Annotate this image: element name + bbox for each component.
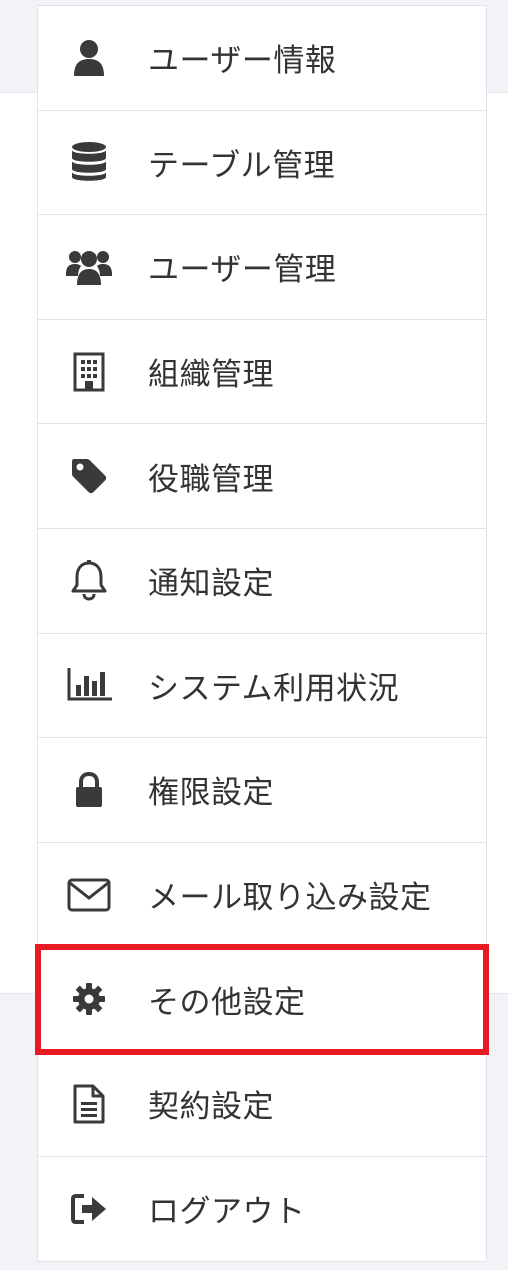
menu-item-position-management[interactable]: 役職管理 <box>38 424 486 529</box>
menu-item-label: ログアウト <box>148 1194 306 1231</box>
menu-item-label: システム利用状況 <box>148 670 400 707</box>
menu-item-label: 権限設定 <box>148 775 274 812</box>
menu-item-mail-import-settings[interactable]: メール取り込み設定 <box>38 843 486 948</box>
menu-item-label: 役職管理 <box>148 461 274 498</box>
dropdown-menu: ユーザー情報 テーブル管理 ユーザー管理 組織管理 役職管理 通知設定 システム… <box>35 5 489 1263</box>
menu-item-logout[interactable]: ログアウト <box>38 1157 486 1262</box>
page: ユーザー情報 テーブル管理 ユーザー管理 組織管理 役職管理 通知設定 システム… <box>0 0 508 1270</box>
menu-item-label: 契約設定 <box>148 1089 274 1126</box>
document-icon <box>64 1079 114 1129</box>
envelope-icon <box>64 870 114 920</box>
menu-item-label: その他設定 <box>148 984 306 1021</box>
bell-icon <box>64 556 114 606</box>
menu-item-label: 組織管理 <box>148 357 274 394</box>
menu-item-label: ユーザー管理 <box>148 252 337 289</box>
sign-out-icon <box>64 1184 114 1234</box>
menu-item-label: ユーザー情報 <box>148 43 337 80</box>
menu-item-table-management[interactable]: テーブル管理 <box>38 111 486 216</box>
menu-item-label: テーブル管理 <box>148 147 336 184</box>
menu-item-organization-management[interactable]: 組織管理 <box>38 320 486 425</box>
menu-item-label: 通知設定 <box>148 566 274 603</box>
lock-icon <box>64 765 114 815</box>
menu-item-contract-settings[interactable]: 契約設定 <box>38 1052 486 1157</box>
building-icon <box>64 347 114 397</box>
menu-item-system-usage[interactable]: システム利用状況 <box>38 634 486 739</box>
bar-chart-icon <box>64 660 114 710</box>
tag-icon <box>64 451 114 501</box>
menu-item-notification-settings[interactable]: 通知設定 <box>38 529 486 634</box>
gear-icon <box>64 974 114 1024</box>
menu-item-label: メール取り込み設定 <box>148 880 432 917</box>
menu-item-user-management[interactable]: ユーザー管理 <box>38 215 486 320</box>
menu-item-other-settings[interactable]: その他設定 <box>35 944 489 1055</box>
database-icon <box>64 137 114 187</box>
user-icon <box>64 33 114 83</box>
menu-item-user-info[interactable]: ユーザー情報 <box>38 6 486 111</box>
menu-item-permission-settings[interactable]: 権限設定 <box>38 738 486 843</box>
users-icon <box>64 242 114 292</box>
